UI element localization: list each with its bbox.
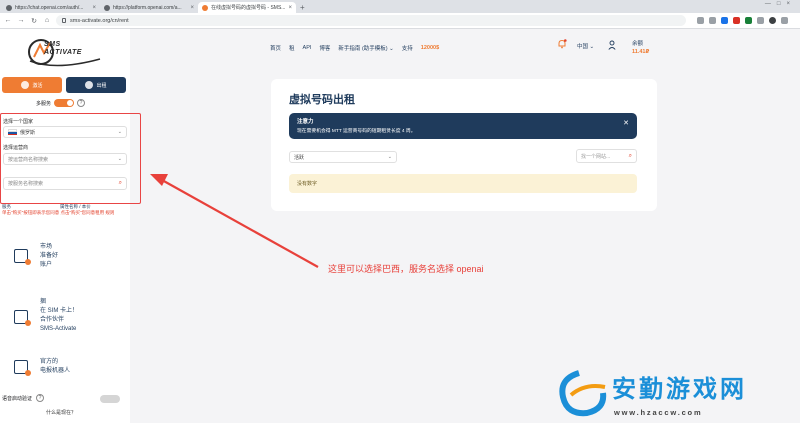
main-content: 首页 租 API 博客 新手指南 (助手模板) ⌄ 支持 12000$ 中国 ⌄… [130, 29, 800, 423]
sidebar: SMS ACTIVATE 激活 出租 多服务 ? 选择一个国家 俄罗斯 ⌄ 选择… [0, 29, 130, 423]
browser-tab-openai-platform[interactable]: https://platform.openai.com/a... × [100, 2, 198, 13]
address-bar[interactable]: sms-activate.org/cn/rent [56, 15, 686, 26]
share-icon[interactable] [697, 17, 704, 24]
account-balance[interactable]: 余额 11.41₽ [632, 40, 649, 56]
lock-icon [62, 18, 66, 23]
sim-card-icon [14, 310, 31, 326]
bell-icon[interactable] [557, 39, 567, 49]
nav-home[interactable]: 首页 [270, 44, 281, 52]
top-navigation: 首页 租 API 博客 新手指南 (助手模板) ⌄ 支持 12000$ [270, 44, 439, 52]
chevron-down-icon: ⌄ [389, 46, 394, 52]
home-icon[interactable]: ⌂ [43, 17, 51, 24]
status-select[interactable]: 活跃 ⌄ [289, 151, 397, 163]
watermark-text: 安勤游戏网 [612, 376, 747, 403]
feature-market-accounts[interactable]: 市场 准备好 账户 [14, 243, 58, 270]
sms-activate-favicon-icon [202, 4, 208, 11]
nav-balance-link[interactable]: 12000$ [421, 45, 439, 51]
annotation-highlight-box [0, 113, 141, 204]
new-tab-button[interactable]: + [296, 3, 309, 13]
extensions-area [697, 17, 788, 24]
browser-tab-sms-activate[interactable]: 在线虚拟号码的虚拟号码 - SMS... × [198, 2, 296, 13]
annotation-text: 这里可以选择巴西，服务名选择 openai [328, 264, 484, 274]
language-select[interactable]: 中国 ⌄ [577, 42, 594, 50]
receive-sms-button[interactable]: 激活 [2, 77, 62, 93]
rent-number-button[interactable]: 出租 [66, 77, 126, 93]
profile-avatar[interactable] [769, 17, 776, 24]
browser-tabstrip: https://chat.openai.com/auth/... × https… [0, 0, 800, 13]
page-title: 虚拟号码出租 [289, 94, 355, 106]
search-icon[interactable]: ⌕ [629, 153, 632, 160]
nav-blog[interactable]: 博客 [319, 44, 330, 52]
puzzle-icon[interactable] [757, 17, 764, 24]
close-icon[interactable]: ✕ [623, 119, 629, 127]
back-icon[interactable]: ← [4, 17, 12, 24]
phone-icon [21, 81, 30, 89]
close-icon[interactable]: × [92, 5, 96, 11]
chevron-down-icon: ⌄ [387, 154, 392, 160]
forward-icon[interactable]: → [17, 17, 25, 24]
globe-icon [6, 4, 12, 11]
logo-text: SMS ACTIVATE [44, 41, 82, 56]
multi-service-label: 多服务 [36, 100, 52, 107]
help-icon[interactable]: ? [36, 394, 45, 402]
extension-icon[interactable] [721, 17, 728, 24]
close-icon[interactable]: × [288, 5, 292, 11]
url-text: sms-activate.org/cn/rent [70, 17, 129, 24]
help-icon[interactable]: ? [77, 99, 86, 107]
attention-notice: 注意力 现在需要机会得 MTT 运营商号码的短期租赁长度 4 周。 ✕ [289, 113, 637, 139]
browser-tab-openai-auth[interactable]: https://chat.openai.com/auth/... × [2, 2, 100, 13]
purchase-agreement-hint[interactable]: 单击"购买"按钮即表示您同意 点击"购买"您同意租用 规则 [2, 210, 127, 216]
menu-icon[interactable] [781, 17, 788, 24]
voice-verification-toggle[interactable] [100, 395, 120, 403]
page: SMS ACTIVATE 激活 出租 多服务 ? 选择一个国家 俄罗斯 ⌄ 选择… [0, 29, 800, 423]
close-icon[interactable]: × [190, 5, 194, 11]
voice-verification-row: 语音启动验证 ? [2, 394, 45, 402]
star-icon[interactable] [709, 17, 716, 24]
nav-support[interactable]: 支持 [402, 44, 413, 52]
tab-title: https://platform.openai.com/a... [113, 4, 182, 11]
no-numbers-message: 没有数字 [289, 174, 637, 193]
extension-icon[interactable] [745, 17, 752, 24]
browser-toolbar: ← → ↻ ⌂ sms-activate.org/cn/rent [0, 13, 800, 29]
nav-api[interactable]: API [303, 45, 312, 51]
multi-service-toggle[interactable] [54, 99, 75, 107]
nav-guide[interactable]: 新手指南 (助手模板) ⌄ [338, 44, 393, 52]
market-icon [14, 249, 31, 265]
multi-service-row: 多服务 ? [36, 99, 86, 107]
window-controls[interactable]: —□× [765, 1, 796, 7]
tab-title: 在线虚拟号码的虚拟号码 - SMS... [211, 5, 286, 11]
key-icon [85, 81, 94, 89]
site-search-input[interactable]: 找一个网站... ⌕ [576, 149, 637, 163]
rent-card: 虚拟号码出租 注意力 现在需要机会得 MTT 运营商号码的短期租赁长度 4 周。… [271, 79, 657, 211]
extension-icon[interactable] [733, 17, 740, 24]
reload-icon[interactable]: ↻ [30, 17, 38, 25]
feature-sim-partner[interactable]: 捆 在 SIM 卡上！ 合作伙伴 SMS-Activate [14, 298, 78, 334]
globe-icon [104, 4, 110, 11]
telegram-bot-icon [14, 360, 31, 376]
user-icon[interactable] [608, 40, 616, 50]
nav-rent[interactable]: 租 [289, 44, 295, 52]
watermark-url: www.hzaccw.com [614, 408, 703, 417]
what-is-this-link[interactable]: 什么是现在？ [46, 409, 76, 416]
chevron-down-icon: ⌄ [589, 44, 595, 50]
tab-title: https://chat.openai.com/auth/... [15, 4, 84, 11]
feature-telegram-bot[interactable]: 官方的 电报机器人 [14, 358, 70, 376]
voice-verification-label: 语音启动验证 [2, 395, 33, 402]
